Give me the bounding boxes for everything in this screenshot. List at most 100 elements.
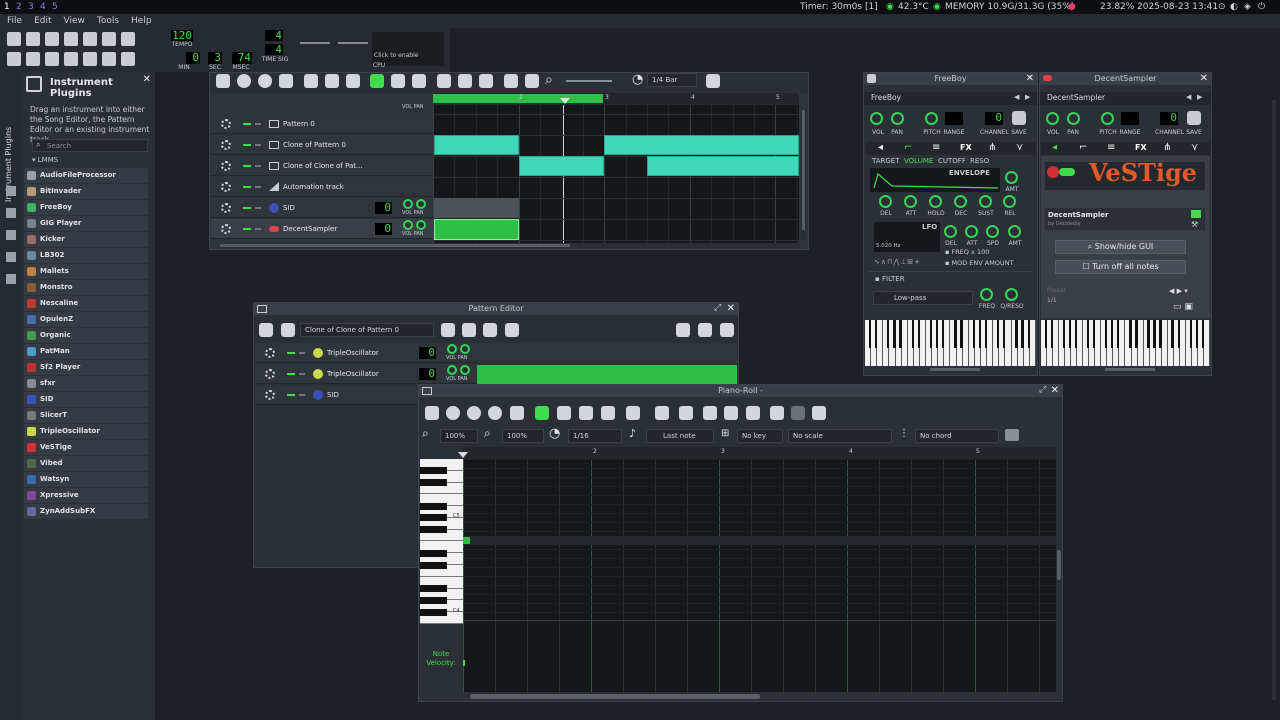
solo-toggle[interactable] — [255, 186, 261, 188]
glue-icon[interactable] — [679, 406, 693, 420]
env-del-knob[interactable] — [879, 195, 892, 208]
tab-tuning-icon[interactable]: ⋎ — [1016, 142, 1023, 153]
tab-volume[interactable]: VOLUME — [904, 157, 933, 165]
tab-functions-icon[interactable]: ≡ — [1107, 142, 1115, 153]
track-gear-icon[interactable] — [221, 182, 231, 192]
volume-knob[interactable] — [403, 199, 413, 209]
mute-toggle[interactable] — [243, 165, 251, 167]
plugin-item[interactable]: Monstro — [24, 280, 148, 295]
add-automation-track-icon[interactable] — [505, 323, 519, 337]
turn-off-notes-button[interactable]: ☐ Turn off all notes — [1055, 260, 1186, 274]
new-from-template-icon[interactable] — [26, 32, 40, 46]
github-icon[interactable]: ◐ — [1230, 0, 1238, 14]
plugin-item[interactable]: LB302 — [24, 248, 148, 263]
ghost-notes-icon[interactable] — [1005, 429, 1019, 441]
track-gear-icon[interactable] — [221, 161, 231, 171]
draw-mode-icon[interactable] — [370, 74, 384, 88]
controller-rack-icon[interactable] — [102, 52, 116, 66]
save-icon[interactable] — [1012, 111, 1026, 125]
my-samples-icon[interactable] — [6, 208, 16, 218]
proportional-snap-icon[interactable] — [706, 74, 720, 88]
plugin-item[interactable]: Nescaline — [24, 296, 148, 311]
track-gear-icon[interactable] — [221, 203, 231, 213]
mute-toggle[interactable] — [243, 144, 251, 146]
tab-functions-icon[interactable]: ≡ — [932, 142, 940, 153]
step-row-active[interactable] — [477, 365, 737, 384]
lfo-del-knob[interactable] — [944, 225, 957, 238]
pattern-clip[interactable] — [519, 156, 604, 176]
tab-fx-icon[interactable]: FX — [960, 143, 972, 152]
tab-envelope-icon[interactable]: ◂ — [878, 142, 883, 153]
plugin-item[interactable]: Xpressive — [24, 488, 148, 503]
zoom-y-select[interactable]: 100% — [502, 429, 544, 443]
menu-edit[interactable]: Edit — [34, 16, 51, 26]
keyboard-scrollbar[interactable] — [930, 368, 980, 371]
new-project-icon[interactable] — [7, 32, 21, 46]
computer-icon[interactable] — [6, 274, 16, 284]
range-display[interactable] — [945, 112, 963, 125]
volume-knob[interactable] — [447, 365, 457, 375]
lfo-spd-knob[interactable] — [986, 225, 999, 238]
play-button[interactable] — [259, 323, 273, 337]
decentsampler-clip[interactable] — [434, 219, 519, 240]
plugin-item[interactable]: SlicerT — [24, 408, 148, 423]
close-icon[interactable]: ✕ — [1200, 73, 1208, 85]
plugin-item[interactable]: Kicker — [24, 232, 148, 247]
preset-next-icon[interactable]: ▶ — [1197, 93, 1202, 101]
timesig-denominator[interactable]: 4 — [265, 44, 283, 55]
lfo-waveform-buttons[interactable]: ∿∧⊓⋀⊥⊞+ — [874, 258, 936, 267]
add-steps-icon[interactable] — [698, 323, 712, 337]
song-hscrollbar[interactable] — [220, 243, 800, 248]
select-mode-icon[interactable] — [412, 74, 426, 88]
project-notes-icon[interactable] — [121, 52, 135, 66]
preset-prev-icon[interactable]: ◀ — [1186, 93, 1191, 101]
env-dec-knob[interactable] — [954, 195, 967, 208]
filter-type-select[interactable]: Low-pass — [873, 291, 973, 305]
play-button[interactable] — [216, 74, 230, 88]
plugin-item[interactable]: FreeBoy — [24, 200, 148, 215]
pan-knob[interactable] — [460, 365, 470, 375]
track-clone-pattern-0[interactable]: Clone of Pattern 0 — [211, 135, 433, 155]
chord-select[interactable]: No chord — [915, 429, 999, 443]
status-icon[interactable]: ⊙ — [1218, 0, 1226, 14]
scroll-thumb[interactable] — [220, 244, 570, 247]
close-icon[interactable]: ✕ — [1026, 73, 1034, 85]
black-key[interactable] — [420, 585, 447, 593]
solo-toggle[interactable] — [255, 144, 261, 146]
add-sample-track-icon[interactable] — [325, 74, 339, 88]
pattern-clip[interactable] — [604, 135, 799, 155]
add-pattern-icon[interactable] — [441, 323, 455, 337]
env-hold-knob[interactable] — [929, 195, 942, 208]
add-pattern-track-icon[interactable] — [304, 74, 318, 88]
pitch-bend-icon[interactable] — [601, 406, 615, 420]
decentsampler-piano-keyboard[interactable] — [1041, 320, 1210, 366]
pitch-knob[interactable] — [925, 112, 938, 125]
workspace-3[interactable]: 3 — [28, 0, 34, 14]
tab-cutoff[interactable]: CUTOFF — [938, 157, 966, 165]
select-mode-icon[interactable] — [579, 406, 593, 420]
piano-roll-icon[interactable] — [45, 52, 59, 66]
playhead-marker[interactable] — [458, 452, 468, 458]
lfo-att-knob[interactable] — [965, 225, 978, 238]
record-button[interactable] — [446, 406, 460, 420]
env-rel-knob[interactable] — [1003, 195, 1016, 208]
record-play-button[interactable] — [467, 406, 481, 420]
track-pattern-0[interactable]: Pattern 0 — [211, 114, 433, 134]
track-gear-icon[interactable] — [265, 390, 275, 400]
volume-knob[interactable] — [870, 112, 883, 125]
zoom-slider[interactable] — [566, 80, 612, 82]
track-gear-icon[interactable] — [265, 369, 275, 379]
erase-mode-icon[interactable] — [557, 406, 571, 420]
solo-toggle[interactable] — [255, 228, 261, 230]
plugin-item[interactable]: SID — [24, 392, 148, 407]
channel-display[interactable]: 0 — [985, 112, 1003, 125]
track-name[interactable]: Clone of Pattern 0 — [283, 135, 346, 155]
preset-nav-icon[interactable]: ◀ ▶ ▾ — [1169, 287, 1188, 295]
remove-steps-icon[interactable] — [676, 323, 690, 337]
track-gear-icon[interactable] — [221, 140, 231, 150]
keyboard-scrollbar[interactable] — [1105, 368, 1155, 371]
filter-toggle[interactable]: ▪ FILTER — [875, 275, 905, 283]
master-pitch-slider[interactable] — [338, 42, 368, 44]
main-vscrollbar[interactable] — [1272, 100, 1276, 700]
mute-toggle[interactable] — [243, 123, 251, 125]
